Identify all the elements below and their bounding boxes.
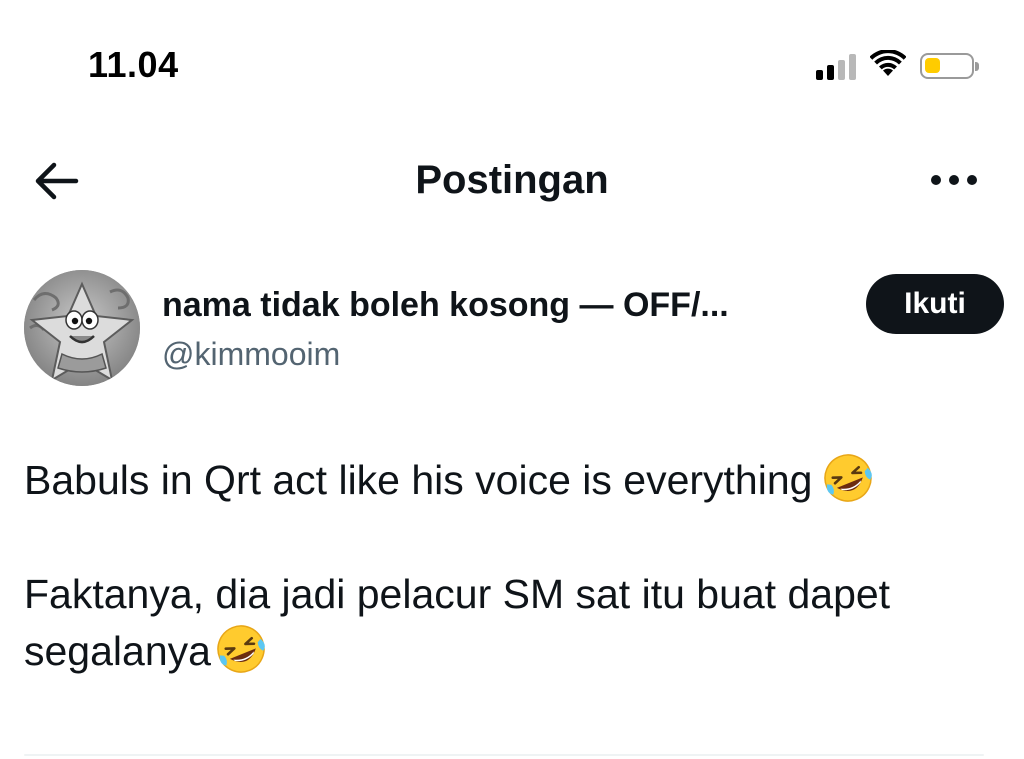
signal-bar <box>827 65 834 80</box>
status-time: 11.04 <box>88 44 179 85</box>
status-bar: 11.04 <box>0 0 1024 120</box>
wifi-icon <box>869 48 907 83</box>
rolling-on-floor-laughing-emoji-icon <box>217 625 265 673</box>
signal-bar <box>838 60 845 80</box>
post-paragraph-text: Babuls in Qrt act like his voice is ever… <box>24 457 813 503</box>
divider <box>24 754 984 756</box>
post-header: Postingan <box>0 148 1024 218</box>
rolling-on-floor-laughing-emoji-icon <box>824 454 873 502</box>
post-author: nama tidak boleh kosong — OFF/... @kimmo… <box>24 270 1004 390</box>
signal-bar <box>816 70 823 80</box>
battery-level <box>925 58 940 73</box>
author-display-name[interactable]: nama tidak boleh kosong — OFF/... <box>162 286 729 325</box>
avatar[interactable] <box>24 270 140 386</box>
post-text: Babuls in Qrt act like his voice is ever… <box>24 452 994 737</box>
post-paragraph-text: Faktanya, dia jadi pelacur SM sat itu bu… <box>24 571 891 674</box>
follow-button[interactable]: Ikuti <box>866 274 1004 334</box>
cellular-signal-icon <box>816 52 856 80</box>
avatar-patrick-star-icon <box>24 270 140 386</box>
more-options-button[interactable] <box>924 160 984 204</box>
page-title: Postingan <box>415 158 609 202</box>
battery-icon <box>920 53 979 79</box>
status-icons <box>816 48 979 83</box>
signal-bar <box>849 54 856 80</box>
more-options-icon <box>930 173 978 191</box>
post-paragraph: Faktanya, dia jadi pelacur SM sat itu bu… <box>24 566 994 680</box>
author-handle[interactable]: @kimmooim <box>162 336 340 373</box>
post-paragraph: Babuls in Qrt act like his voice is ever… <box>24 452 994 509</box>
